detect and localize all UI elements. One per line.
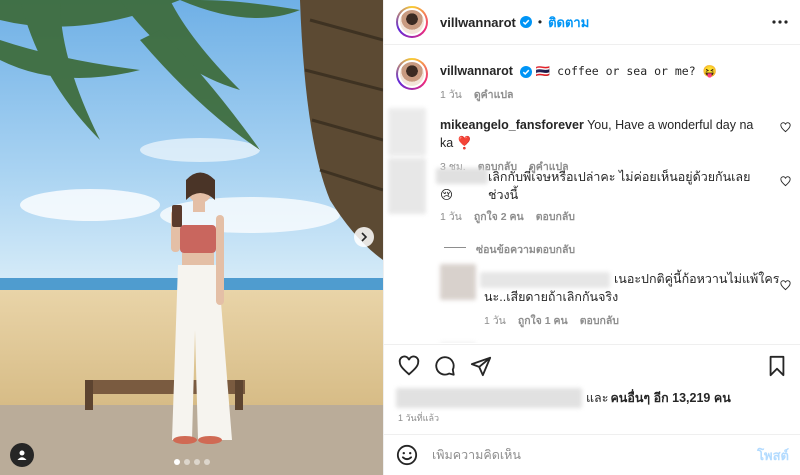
- comment-emoji: 😢: [440, 188, 454, 202]
- heart-icon[interactable]: [780, 122, 791, 133]
- save-button[interactable]: [767, 355, 787, 377]
- likes-others[interactable]: คนอื่นๆ อีก 13,219 คน: [610, 388, 730, 408]
- verified-icon: [519, 16, 532, 28]
- beach-photo: [0, 0, 383, 475]
- heart-icon[interactable]: [780, 280, 791, 291]
- heart-icon: [398, 355, 420, 375]
- reply-likes[interactable]: ถูกใจ 1 คน: [518, 312, 568, 329]
- reply-text-line2: นะ..เสียดายถ้าเลิกกันจริง: [484, 290, 619, 304]
- heart-icon[interactable]: [780, 176, 791, 187]
- more-options-button[interactable]: [772, 20, 788, 24]
- follow-button[interactable]: ติดตาม: [548, 12, 589, 33]
- post-timestamp: 1 วันที่แล้ว: [398, 413, 440, 423]
- reply-age: 1 วัน: [484, 315, 506, 327]
- hide-replies-toggle[interactable]: ซ่อนข้อความตอบกลับ: [384, 240, 800, 256]
- comment-text: เลิกกับพี่เจษหรือเปล่าคะ ไม่ค่อยเห็นอยู่…: [488, 170, 751, 202]
- reply-button[interactable]: ตอบกลับ: [580, 312, 619, 329]
- post-actions: [384, 344, 800, 386]
- post-detail-panel: villwannarot • ติดตาม villwannarot 🇹🇭 co…: [383, 0, 800, 475]
- translate-link[interactable]: ดูคำแปล: [474, 86, 514, 103]
- comment-icon: [435, 355, 455, 376]
- caption-text: 🇹🇭 coffee or sea or me? 😝: [535, 64, 717, 78]
- add-comment-bar: โพสต์: [384, 434, 800, 475]
- author-avatar[interactable]: [396, 6, 428, 38]
- author-username[interactable]: villwannarot: [440, 15, 516, 30]
- share-button[interactable]: [470, 355, 492, 377]
- caption-age: 1 วัน: [440, 89, 462, 101]
- author-avatar[interactable]: [396, 58, 428, 90]
- comment-button[interactable]: [434, 355, 456, 377]
- post-header: villwannarot • ติดตาม: [384, 0, 800, 45]
- post-photo[interactable]: [0, 0, 383, 475]
- emoji-button[interactable]: [396, 444, 418, 466]
- comment-likes[interactable]: ถูกใจ 2 คน: [474, 208, 524, 225]
- like-button[interactable]: [398, 355, 420, 377]
- carousel-indicator: [0, 459, 383, 465]
- caption-username[interactable]: villwannarot: [440, 64, 513, 78]
- comment-age: 1 วัน: [440, 211, 462, 223]
- share-icon: [470, 356, 492, 376]
- emoji-icon: [396, 444, 418, 466]
- chevron-right-icon: [361, 232, 368, 242]
- comment-username[interactable]: mikeangelo_fansforever: [440, 118, 584, 132]
- reply-text-line1: เนอะปกติคู่นี้ก้อหวานไม่แพ้ใคร: [614, 272, 780, 286]
- separator-dot: •: [537, 15, 543, 29]
- verified-icon: [520, 65, 533, 78]
- carousel-dot: [203, 459, 210, 465]
- reply-button[interactable]: ตอบกลับ: [536, 208, 575, 225]
- bookmark-icon: [769, 355, 785, 376]
- hide-replies-label[interactable]: ซ่อนข้อความตอบกลับ: [476, 241, 575, 258]
- carousel-dot: [173, 459, 180, 465]
- carousel-dot: [193, 459, 200, 465]
- comment-input[interactable]: [432, 448, 758, 462]
- comments-list: villwannarot 🇹🇭 coffee or sea or me? 😝 1…: [384, 46, 800, 343]
- next-photo-button[interactable]: [354, 227, 374, 247]
- more-icon: [772, 20, 788, 24]
- likes-prefix: และ: [586, 391, 609, 405]
- likes-summary: และ คนอื่นๆ อีก 13,219 คน: [396, 386, 731, 410]
- post-comment-button[interactable]: โพสต์: [757, 445, 789, 466]
- carousel-dot: [183, 459, 190, 465]
